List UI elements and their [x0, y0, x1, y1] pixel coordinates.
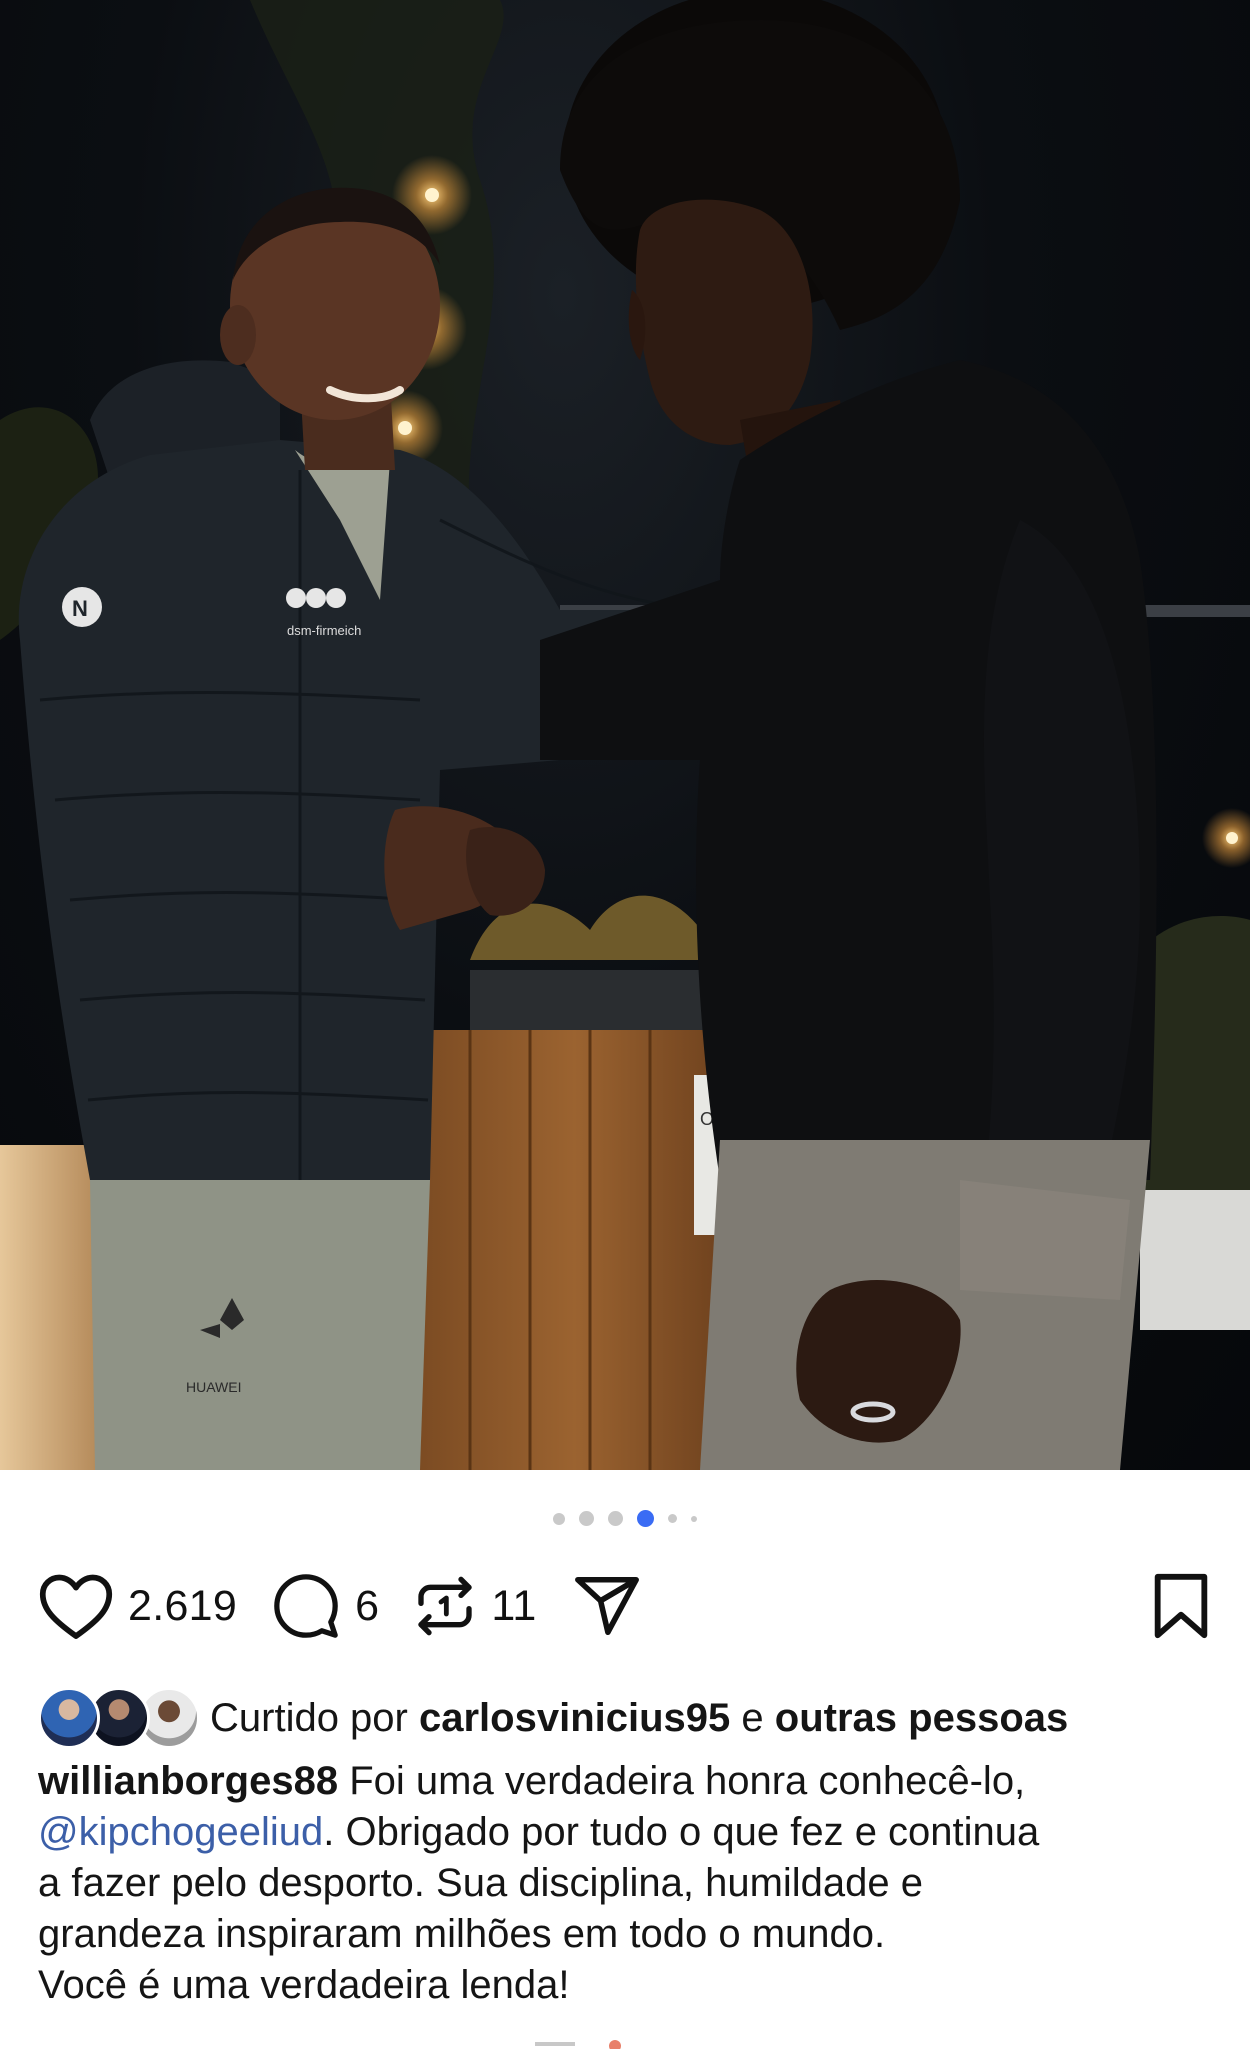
share-button[interactable]	[571, 1571, 643, 1641]
photo-illustration: ORG N	[0, 0, 1250, 1470]
caption-line-2: . Obrigado por tudo o que fez e continua	[323, 1810, 1040, 1854]
like-count: 2.619	[128, 1581, 238, 1630]
pants-brand: HUAWEI	[186, 1379, 241, 1395]
carousel-dot	[691, 1515, 697, 1522]
like-button[interactable]: 2.619	[38, 1571, 237, 1641]
caption-line-4: grandeza inspiraram milhões em todo o mu…	[38, 1912, 886, 1956]
next-item-peek	[535, 2040, 621, 2049]
carousel-dot-active	[637, 1510, 654, 1527]
avatar	[38, 1687, 100, 1749]
instagram-post: ORG N	[0, 0, 1250, 2049]
action-bar: 2.619 6 11	[38, 1570, 1212, 1642]
repost-button[interactable]: 11	[413, 1571, 536, 1641]
liked-by-prefix: Curtido por	[210, 1695, 408, 1740]
liked-by-text: Curtido por carlosvinicius95 e outras pe…	[210, 1696, 1068, 1741]
liked-by-others[interactable]: outras pessoas	[775, 1696, 1068, 1740]
post-photo[interactable]: ORG N	[0, 0, 1250, 1470]
caption-line-5: Você é uma verdadeira lenda!	[38, 1963, 570, 2007]
caption-author[interactable]: willianborges88	[38, 1759, 338, 1803]
caption-line-3: a fazer pelo desporto. Sua disciplina, h…	[38, 1861, 923, 1905]
liked-by-connector: e	[741, 1695, 764, 1740]
carousel-dot	[579, 1511, 594, 1526]
bookmark-icon	[1154, 1573, 1208, 1639]
repost-icon	[418, 1576, 472, 1636]
comment-count: 6	[355, 1581, 380, 1630]
carousel-dot	[553, 1512, 565, 1525]
caption-line-1: Foi uma verdadeira honra conhecê-lo,	[349, 1759, 1026, 1803]
comment-button[interactable]: 6	[271, 1571, 379, 1641]
share-icon	[574, 1576, 639, 1636]
liked-by-user[interactable]: carlosvinicius95	[419, 1696, 730, 1740]
repost-count: 11	[491, 1581, 537, 1630]
carousel-indicator	[0, 1510, 1250, 1527]
svg-text:N: N	[72, 596, 88, 621]
heart-icon	[39, 1574, 113, 1639]
liked-by-avatars	[38, 1687, 206, 1749]
carousel-dot	[608, 1511, 623, 1526]
post-caption: willianborges88 Foi uma verdadeira honra…	[38, 1756, 1210, 2011]
comment-icon	[274, 1574, 338, 1638]
bookmark-button[interactable]	[1150, 1571, 1212, 1641]
jacket-brand: dsm-firmeich	[287, 623, 361, 638]
carousel-dot	[668, 1514, 677, 1523]
caption-mention[interactable]: @kipchogeeliud	[38, 1810, 323, 1854]
liked-by-row[interactable]: Curtido por carlosvinicius95 e outras pe…	[38, 1687, 1220, 1749]
